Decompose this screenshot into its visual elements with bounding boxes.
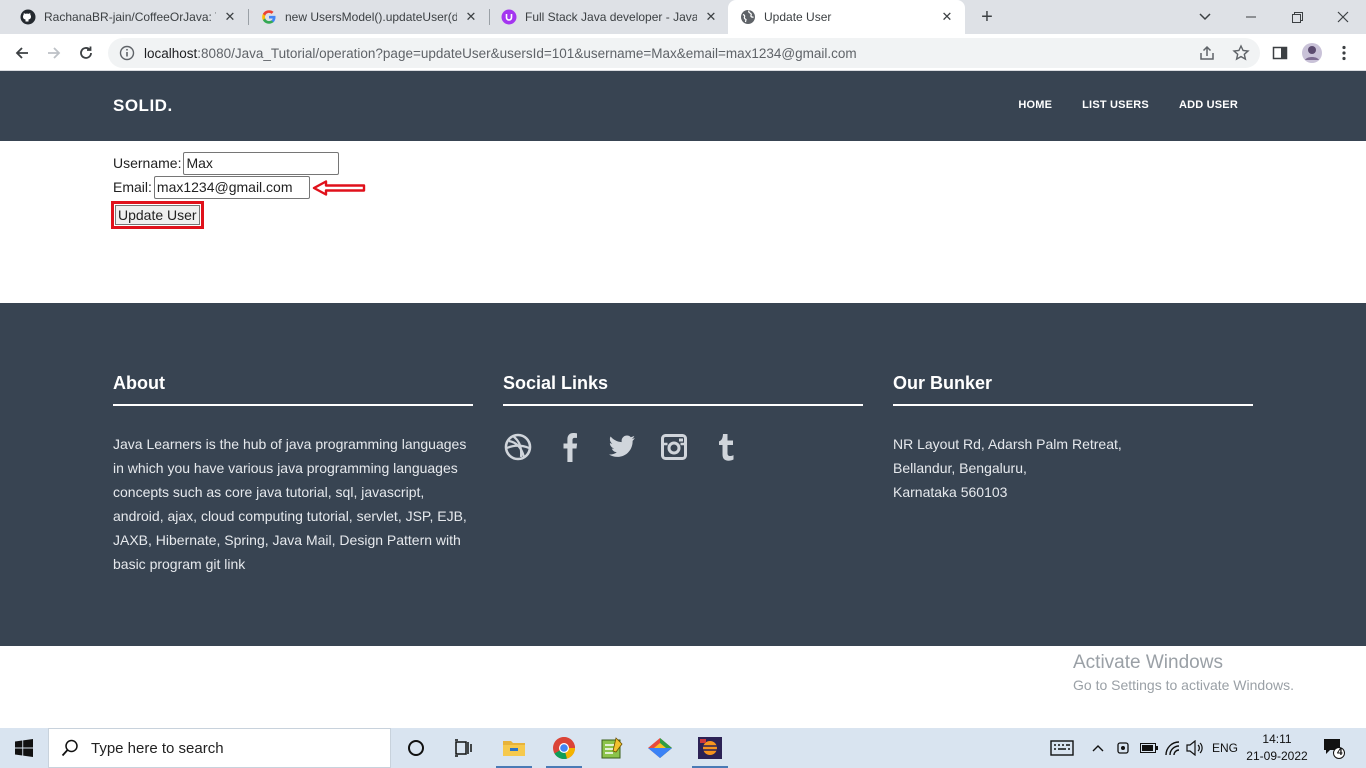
address-bar[interactable]: localhost:8080/Java_Tutorial/operation?p… — [108, 38, 1260, 68]
profile-avatar[interactable] — [1298, 39, 1326, 67]
email-input[interactable] — [153, 175, 310, 199]
battery-icon[interactable] — [1140, 728, 1158, 768]
close-tab-icon[interactable]: ✕ — [939, 9, 955, 25]
footer-about: About Java Learners is the hub of java p… — [113, 373, 473, 576]
clock-date: 21-09-2022 — [1246, 749, 1308, 763]
system-clock[interactable]: 14:11 21-09-2022 — [1246, 731, 1308, 765]
close-tab-icon[interactable]: ✕ — [703, 9, 719, 25]
tumblr-icon[interactable] — [711, 432, 741, 462]
username-label: Username: — [113, 155, 182, 171]
google-icon — [261, 9, 277, 25]
footer-social: Social Links — [503, 373, 863, 462]
address-line: Bellandur, Bengaluru, — [893, 460, 1027, 476]
username-row: Username: — [113, 151, 340, 175]
update-user-button[interactable]: Update User — [115, 205, 200, 225]
nav-home[interactable]: HOME — [1018, 99, 1052, 111]
chrome-icon[interactable] — [540, 728, 588, 768]
dribbble-icon[interactable] — [503, 432, 533, 462]
twitter-icon[interactable] — [607, 432, 637, 462]
nav-add-user[interactable]: ADD USER — [1179, 99, 1238, 111]
keyboard-icon[interactable] — [1050, 728, 1074, 768]
social-heading: Social Links — [503, 373, 863, 406]
search-placeholder: Type here to search — [91, 739, 224, 757]
side-panel-icon[interactable] — [1266, 39, 1294, 67]
volume-icon[interactable] — [1186, 728, 1204, 768]
instagram-icon[interactable] — [659, 432, 689, 462]
close-tab-icon[interactable]: ✕ — [463, 9, 479, 25]
email-row: Email: — [113, 175, 339, 199]
notepad-plus-icon[interactable] — [588, 728, 636, 768]
url-path: :8080/Java_Tutorial/operation?page=updat… — [197, 45, 857, 61]
browser-tab[interactable]: new UsersModel().updateUser(da ✕ — [249, 0, 489, 34]
back-arrow-icon[interactable] — [8, 39, 36, 67]
close-tab-icon[interactable]: ✕ — [222, 9, 238, 25]
notification-count: 4 — [1337, 747, 1343, 758]
tab-search-icon[interactable] — [1182, 0, 1228, 34]
browser-tab-active[interactable]: Update User ✕ — [728, 0, 965, 34]
browser-menu-icon[interactable] — [1330, 39, 1358, 67]
meet-now-icon[interactable] — [1116, 728, 1130, 768]
language-indicator[interactable]: ENG — [1212, 728, 1238, 768]
clock-time: 14:11 — [1262, 732, 1292, 746]
reload-icon[interactable] — [72, 39, 100, 67]
email-label: Email: — [113, 179, 152, 195]
main-nav: HOME LIST USERS ADD USER — [1018, 99, 1238, 111]
restore-button[interactable] — [1274, 0, 1320, 34]
close-window-button[interactable] — [1320, 0, 1366, 34]
footer-bunker: Our Bunker NR Layout Rd, Adarsh Palm Ret… — [893, 373, 1253, 504]
address-line: NR Layout Rd, Adarsh Palm Retreat, — [893, 436, 1122, 452]
eclipse-ide-icon[interactable] — [686, 728, 734, 768]
about-heading: About — [113, 373, 473, 406]
notification-icon[interactable]: 4 — [1322, 728, 1346, 768]
forward-arrow-icon[interactable] — [40, 39, 68, 67]
site-header: SOLID. HOME LIST USERS ADD USER — [0, 71, 1366, 141]
browser-toolbar: localhost:8080/Java_Tutorial/operation?p… — [0, 34, 1366, 71]
bookmark-star-icon[interactable] — [1232, 44, 1250, 67]
facebook-icon[interactable] — [555, 432, 585, 462]
new-tab-button[interactable]: + — [975, 5, 999, 29]
github-icon — [20, 9, 36, 25]
taskbar-search[interactable]: Type here to search — [48, 728, 391, 768]
browser-tab[interactable]: Full Stack Java developer - Java - ✕ — [489, 0, 729, 34]
url-text: localhost:8080/Java_Tutorial/operation?p… — [144, 46, 857, 61]
tab-title: new UsersModel().updateUser(da — [285, 10, 457, 24]
activate-windows-watermark: Activate Windows Go to Settings to activ… — [1073, 652, 1294, 693]
site-footer: About Java Learners is the hub of java p… — [0, 303, 1366, 646]
file-explorer-icon[interactable] — [490, 728, 538, 768]
url-host: localhost — [144, 45, 198, 61]
username-input[interactable] — [183, 151, 340, 175]
watermark-title: Activate Windows — [1073, 652, 1223, 673]
wifi-icon[interactable] — [1164, 728, 1182, 768]
omnibox-actions — [1198, 44, 1250, 67]
app-diamond-icon[interactable] — [636, 728, 684, 768]
site-logo[interactable]: SOLID. — [113, 96, 173, 116]
watermark-subtitle: Go to Settings to activate Windows. — [1073, 677, 1294, 693]
address-line: Karnataka 560103 — [893, 484, 1008, 500]
udemy-icon — [501, 9, 517, 25]
browser-tab-strip: RachanaBR-jain/CoffeeOrJava: Th ✕ new Us… — [0, 0, 1366, 34]
update-user-form: Username: Email: Update User — [111, 151, 340, 229]
bunker-heading: Our Bunker — [893, 373, 1253, 406]
info-icon[interactable] — [119, 45, 135, 61]
tab-title: RachanaBR-jain/CoffeeOrJava: Th — [44, 10, 216, 24]
tab-title: Update User — [764, 10, 832, 24]
task-view-icon[interactable] — [440, 728, 488, 768]
address: NR Layout Rd, Adarsh Palm Retreat, Bella… — [893, 432, 1253, 504]
globe-icon — [740, 9, 756, 25]
minimize-button[interactable] — [1228, 0, 1274, 34]
browser-tab[interactable]: RachanaBR-jain/CoffeeOrJava: Th ✕ — [8, 0, 248, 34]
cortana-icon[interactable] — [392, 728, 440, 768]
chevron-up-icon[interactable] — [1092, 728, 1104, 768]
update-button-highlight: Update User — [111, 201, 204, 229]
windows-start-icon[interactable] — [0, 728, 48, 768]
share-icon[interactable] — [1198, 44, 1216, 67]
search-icon — [61, 739, 79, 757]
windows-taskbar: Type here to search ENG 14:11 21-09-2022 — [0, 728, 1366, 768]
nav-list-users[interactable]: LIST USERS — [1082, 99, 1149, 111]
tab-title: Full Stack Java developer - Java - — [525, 10, 697, 24]
social-links — [503, 432, 863, 462]
about-text: Java Learners is the hub of java program… — [113, 436, 467, 572]
annotation-arrow-icon — [312, 180, 366, 196]
